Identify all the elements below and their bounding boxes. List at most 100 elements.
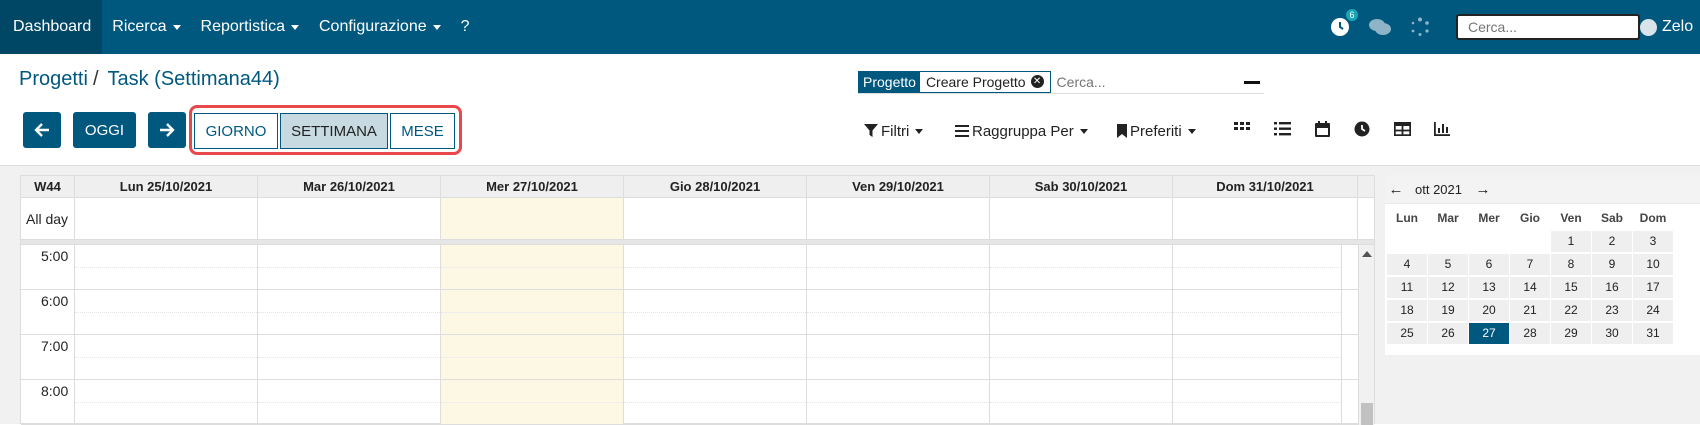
time-slot[interactable]	[1173, 335, 1342, 379]
mini-day[interactable]: 26	[1428, 323, 1468, 344]
breadcrumb-parent[interactable]: Progetti	[19, 68, 88, 91]
mini-day[interactable]: 12	[1428, 277, 1468, 298]
day-header[interactable]: Ven 29/10/2021	[807, 176, 990, 197]
allday-cell[interactable]	[258, 198, 441, 239]
time-slot[interactable]	[441, 245, 624, 289]
group-by-button[interactable]: Raggruppa Per	[955, 119, 1088, 143]
allday-cell[interactable]	[75, 198, 258, 239]
mini-day[interactable]: 30	[1592, 323, 1632, 344]
mini-day[interactable]: 20	[1469, 300, 1509, 321]
mini-day[interactable]: 28	[1510, 323, 1550, 344]
favorites-button[interactable]: Preferiti	[1117, 119, 1196, 143]
menu-ricerca[interactable]: Ricerca	[102, 0, 190, 54]
time-slot[interactable]	[990, 380, 1173, 424]
mini-day[interactable]: 1	[1551, 231, 1591, 252]
scroll-thumb[interactable]	[1361, 403, 1373, 425]
calendar-scrollbar[interactable]	[1358, 245, 1374, 425]
activity-icon[interactable]	[1352, 119, 1372, 139]
mini-day[interactable]: 19	[1428, 300, 1468, 321]
time-slot[interactable]	[807, 245, 990, 289]
time-slot[interactable]	[990, 290, 1173, 334]
remove-facet-icon[interactable]: ✕	[1030, 75, 1044, 88]
time-slot[interactable]	[75, 290, 258, 334]
mini-day[interactable]: 25	[1387, 323, 1427, 344]
time-slot[interactable]	[807, 290, 990, 334]
scroll-up-icon[interactable]	[1362, 251, 1372, 257]
navbar-search-input[interactable]	[1456, 14, 1640, 40]
scale-day-button[interactable]: GIORNO	[194, 113, 278, 149]
mini-day[interactable]: 13	[1469, 277, 1509, 298]
mini-day[interactable]: 24	[1633, 300, 1673, 321]
time-slot[interactable]	[624, 290, 807, 334]
time-slot[interactable]	[1173, 380, 1342, 424]
search-options-icon[interactable]	[1244, 81, 1260, 84]
time-slot[interactable]	[624, 380, 807, 424]
today-button[interactable]: OGGI	[73, 112, 136, 148]
mini-day[interactable]: 18	[1387, 300, 1427, 321]
mini-day[interactable]: 23	[1592, 300, 1632, 321]
day-header[interactable]: Gio 28/10/2021	[624, 176, 807, 197]
pivot-icon[interactable]	[1392, 119, 1412, 139]
mini-day[interactable]: 16	[1592, 277, 1632, 298]
kanban-icon[interactable]	[1232, 119, 1252, 139]
time-slot[interactable]	[441, 380, 624, 424]
spinner-icon[interactable]	[1408, 15, 1432, 39]
activity-clock-icon[interactable]: 6	[1328, 9, 1358, 39]
time-slot[interactable]	[990, 335, 1173, 379]
allday-cell-today[interactable]	[441, 198, 624, 239]
mini-day[interactable]: 17	[1633, 277, 1673, 298]
mini-day[interactable]: 11	[1387, 277, 1427, 298]
allday-cell[interactable]	[1173, 198, 1358, 239]
day-header[interactable]: Mar 26/10/2021	[258, 176, 441, 197]
calendar-icon[interactable]	[1312, 119, 1332, 139]
time-slot[interactable]	[258, 380, 441, 424]
graph-icon[interactable]	[1432, 119, 1452, 139]
time-slot[interactable]	[441, 335, 624, 379]
mini-prev-icon[interactable]: ←	[1385, 181, 1407, 198]
mini-day[interactable]: 22	[1551, 300, 1591, 321]
mini-next-icon[interactable]: →	[1472, 181, 1494, 198]
time-slot[interactable]	[258, 245, 441, 289]
menu-configurazione[interactable]: Configurazione	[309, 0, 451, 54]
mini-day[interactable]: 7	[1510, 254, 1550, 275]
mini-day[interactable]: 15	[1551, 277, 1591, 298]
day-header[interactable]: Lun 25/10/2021	[75, 176, 258, 197]
time-slot[interactable]	[807, 380, 990, 424]
chat-icon[interactable]	[1368, 15, 1392, 39]
time-slot[interactable]	[258, 335, 441, 379]
scale-week-button[interactable]: SETTIMANA	[280, 113, 388, 149]
search-input[interactable]	[1056, 73, 1237, 90]
day-header[interactable]: Sab 30/10/2021	[990, 176, 1173, 197]
mini-day[interactable]: 31	[1633, 323, 1673, 344]
time-slot[interactable]	[1173, 245, 1342, 289]
allday-cell[interactable]	[807, 198, 990, 239]
mini-day[interactable]: 5	[1428, 254, 1468, 275]
filters-button[interactable]: Filtri	[864, 119, 924, 143]
time-slot[interactable]	[258, 290, 441, 334]
menu-dashboard[interactable]: Dashboard	[0, 0, 103, 54]
time-slot[interactable]	[990, 245, 1173, 289]
mini-day[interactable]: 4	[1387, 254, 1427, 275]
time-slot[interactable]	[75, 335, 258, 379]
mini-day[interactable]: 10	[1633, 254, 1673, 275]
mini-day-selected[interactable]: 27	[1469, 323, 1509, 344]
allday-cell[interactable]	[624, 198, 807, 239]
time-slot[interactable]	[75, 245, 258, 289]
menu-reportistica[interactable]: Reportistica	[191, 0, 309, 54]
prev-button[interactable]	[23, 112, 61, 148]
mini-day[interactable]: 14	[1510, 277, 1550, 298]
menu-help[interactable]: ?	[451, 0, 480, 54]
time-slot[interactable]	[75, 380, 258, 424]
list-icon[interactable]	[1272, 119, 1292, 139]
next-button[interactable]	[148, 112, 186, 148]
time-slot[interactable]	[807, 335, 990, 379]
mini-day[interactable]: 6	[1469, 254, 1509, 275]
time-slot[interactable]	[624, 335, 807, 379]
time-slot[interactable]	[441, 290, 624, 334]
mini-day[interactable]: 21	[1510, 300, 1550, 321]
mini-day[interactable]: 3	[1633, 231, 1673, 252]
allday-cell[interactable]	[990, 198, 1173, 239]
mini-day[interactable]: 8	[1551, 254, 1591, 275]
mini-day[interactable]: 9	[1592, 254, 1632, 275]
user-menu[interactable]: Zelo	[1640, 18, 1700, 36]
